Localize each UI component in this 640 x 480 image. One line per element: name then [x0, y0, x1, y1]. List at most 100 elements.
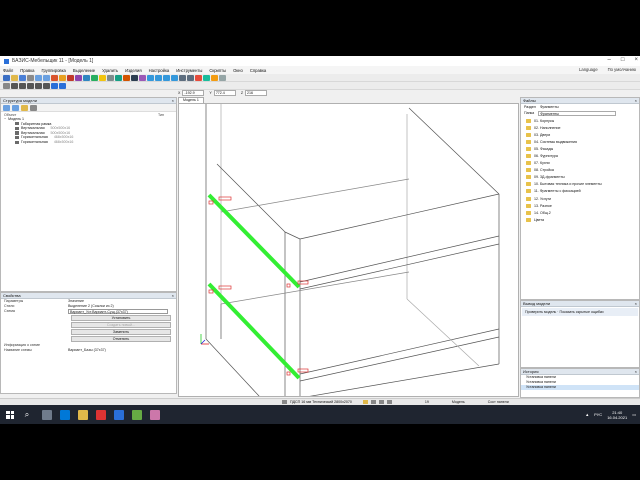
tree-item[interactable]: Горизонтальная 468х500х16: [1, 140, 176, 145]
folder-item[interactable]: 10. Бытовая техника и прочие элементы: [521, 181, 639, 188]
open-folder-icon[interactable]: [11, 74, 18, 81]
minimize-icon[interactable]: –: [608, 57, 611, 63]
folder-item[interactable]: Цвета: [521, 216, 639, 223]
app-taskbar-icon[interactable]: [96, 409, 106, 420]
rectangle-tool-icon[interactable]: [19, 82, 26, 89]
check-model-button[interactable]: Проверить модель · Показать скрытые ощиб…: [522, 308, 638, 316]
close-icon[interactable]: ×: [635, 98, 637, 104]
expand-icon[interactable]: [3, 105, 10, 111]
app-taskbar-icon[interactable]: [132, 409, 142, 420]
folder-item[interactable]: 09. 3Д-фрагменты: [521, 174, 639, 181]
folder-item[interactable]: 03. Двери: [521, 131, 639, 138]
menu-select[interactable]: Выделение: [73, 68, 95, 73]
y-input[interactable]: 772.4: [213, 89, 236, 96]
menu-file[interactable]: Файл: [3, 68, 13, 73]
print-icon[interactable]: [27, 74, 34, 81]
view-select[interactable]: Модель: [452, 400, 465, 404]
start-button[interactable]: [3, 408, 17, 422]
fitting-tool-icon[interactable]: [83, 74, 90, 81]
folder-item[interactable]: 04. Системы выдвижения: [521, 138, 639, 145]
pan-icon[interactable]: [187, 74, 194, 81]
profile-tool-icon[interactable]: [91, 74, 98, 81]
folder-item[interactable]: 12. Услуги: [521, 195, 639, 202]
save-icon[interactable]: [19, 74, 26, 81]
menu-settings[interactable]: Настройка: [149, 68, 170, 73]
rotate-tool-icon[interactable]: [115, 74, 122, 81]
view-iso-icon[interactable]: [171, 74, 178, 81]
visibility-icon[interactable]: [30, 105, 37, 111]
default-profile-select[interactable]: По умолчанию: [608, 67, 636, 72]
menu-group[interactable]: Группировка: [41, 68, 65, 73]
measure-tool-icon[interactable]: [131, 74, 138, 81]
mirror-tool-icon[interactable]: [123, 74, 130, 81]
menu-window[interactable]: Окно: [233, 68, 243, 73]
maximize-icon[interactable]: □: [621, 57, 625, 63]
folder-item[interactable]: 07. Кухни: [521, 160, 639, 167]
light-tool-icon[interactable]: [99, 74, 106, 81]
polyline-tool-icon[interactable]: [43, 82, 50, 89]
view-front-icon[interactable]: [147, 74, 154, 81]
menu-tools[interactable]: Инструменты: [176, 68, 202, 73]
clock[interactable]: 21:40 16.04.2021: [607, 410, 627, 420]
shelf-tool-icon[interactable]: [59, 74, 66, 81]
close-icon[interactable]: ×: [172, 98, 174, 104]
snap-icon[interactable]: [362, 400, 368, 404]
scheme-select[interactable]: Вариант_Уст.Вариант-Сущ.(37х37): [68, 309, 168, 314]
folder-select[interactable]: Фрагменты: [538, 111, 617, 116]
create-new-button[interactable]: Создать новый...: [71, 322, 171, 328]
snap-icon[interactable]: [51, 82, 58, 89]
highlighted-edge-upper[interactable]: [207, 193, 301, 289]
x-input[interactable]: -192.9: [182, 89, 205, 96]
zoom-value[interactable]: 19: [425, 400, 429, 404]
collapse-toggle-icon[interactable]: −: [4, 117, 6, 122]
notifications-icon[interactable]: ▭: [632, 412, 636, 417]
menu-scripts[interactable]: Скрипты: [209, 68, 226, 73]
close-icon[interactable]: ×: [634, 57, 638, 63]
language-indicator[interactable]: РУС: [594, 412, 602, 417]
cancel-button[interactable]: Отменить: [71, 336, 171, 342]
render-icon[interactable]: [139, 74, 146, 81]
menu-delete[interactable]: Удалить: [102, 68, 118, 73]
arc-tool-icon[interactable]: [35, 82, 42, 89]
folder-item[interactable]: 08. Стройка: [521, 167, 639, 174]
redo-icon[interactable]: [43, 74, 50, 81]
3d-viewport[interactable]: [178, 103, 519, 397]
new-file-icon[interactable]: [3, 74, 10, 81]
folder-item[interactable]: 11. Фрагменты с фиксацией: [521, 188, 639, 195]
view-left-icon[interactable]: [163, 74, 170, 81]
app-taskbar-icon[interactable]: [150, 409, 160, 420]
close-icon[interactable]: ×: [172, 293, 174, 299]
folder-item[interactable]: 06. Фурнитура: [521, 152, 639, 159]
edge-browser-icon[interactable]: [60, 409, 70, 420]
folder-item[interactable]: 01. Корпусы: [521, 117, 639, 124]
grid-icon[interactable]: [59, 82, 66, 89]
filter-icon[interactable]: [21, 105, 28, 111]
ortho-icon[interactable]: [370, 400, 376, 404]
close-icon[interactable]: ×: [635, 369, 637, 375]
view-top-icon[interactable]: [155, 74, 162, 81]
line-tool-icon[interactable]: [11, 82, 18, 89]
folder-item[interactable]: 14. Общ.2: [521, 209, 639, 216]
folder-item[interactable]: 13. Разное: [521, 202, 639, 209]
task-view-icon[interactable]: [42, 409, 52, 420]
replace-button[interactable]: Заменить: [71, 329, 171, 335]
z-input[interactable]: 216: [245, 89, 268, 96]
edge-band-icon[interactable]: [211, 74, 218, 81]
network-icon[interactable]: ▲: [585, 412, 589, 417]
select-tool-icon[interactable]: [3, 82, 10, 89]
section-icon[interactable]: [195, 74, 202, 81]
menu-edit[interactable]: Правка: [20, 68, 34, 73]
material-icon[interactable]: [203, 74, 210, 81]
basis-app-icon[interactable]: [114, 409, 124, 420]
panel-tool-icon[interactable]: [51, 74, 58, 81]
language-menu[interactable]: Language: [579, 67, 598, 72]
search-icon[interactable]: ⌕: [20, 408, 34, 422]
move-tool-icon[interactable]: [107, 74, 114, 81]
file-explorer-icon[interactable]: [78, 409, 88, 420]
close-icon[interactable]: ×: [635, 301, 637, 307]
menu-help[interactable]: Справка: [250, 68, 266, 73]
folder-item[interactable]: 02. Наполнение: [521, 124, 639, 131]
install-button[interactable]: Установить: [71, 315, 171, 321]
angle-icon[interactable]: [386, 400, 392, 404]
circle-tool-icon[interactable]: [27, 82, 34, 89]
